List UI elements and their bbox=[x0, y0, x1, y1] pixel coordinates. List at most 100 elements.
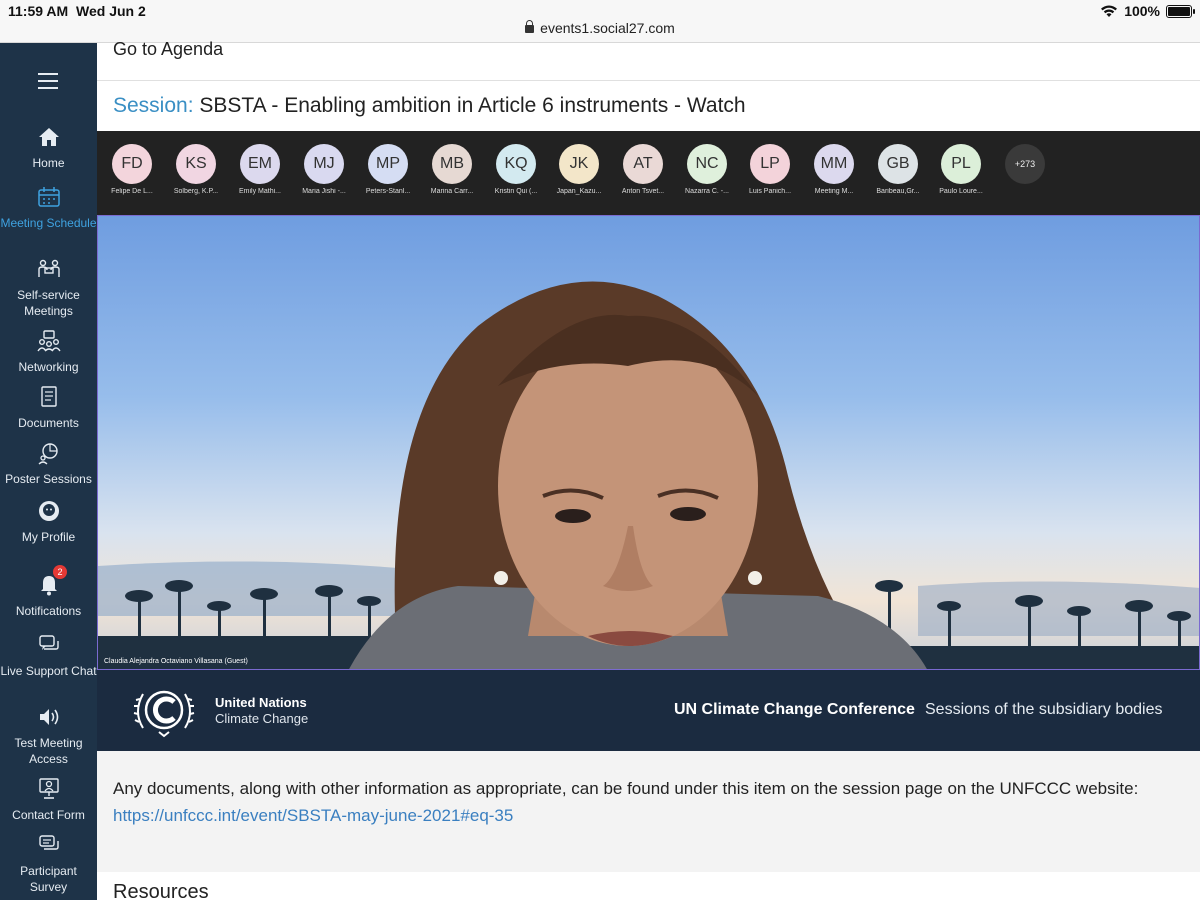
sidebar-item-label: Documents bbox=[18, 416, 79, 430]
participant-tile[interactable]: AT Anton Tsvet... bbox=[612, 144, 674, 195]
survey-icon bbox=[38, 835, 59, 850]
participant-tile[interactable]: MM Meeting M... bbox=[803, 144, 865, 195]
chat-icon bbox=[38, 635, 59, 650]
session-prefix: Session: bbox=[113, 94, 194, 117]
sidebar-item-my-profile[interactable]: My Profile bbox=[0, 499, 97, 545]
more-participants-button[interactable]: +273 bbox=[994, 144, 1056, 184]
participant-name: Kristin Qui (... bbox=[494, 188, 538, 195]
conference-subtitle: Sessions of the subsidiary bodies bbox=[925, 701, 1163, 718]
avatar: LP bbox=[750, 144, 790, 184]
sidebar-item-label: Poster Sessions bbox=[5, 472, 92, 486]
sidebar-item-label: Notifications bbox=[15, 604, 82, 618]
sidebar-item-participant-survey[interactable]: Participant Survey bbox=[0, 833, 97, 895]
participant-name: Anton Tsvet... bbox=[621, 188, 665, 195]
speaker-name-label: Claudia Alejandra Octaviano Villasana (G… bbox=[104, 658, 248, 665]
sidebar-item-label: Live Support Chat bbox=[0, 664, 97, 678]
home-icon bbox=[38, 128, 59, 146]
participant-name: Baribeau,Gr... bbox=[876, 188, 920, 195]
sidebar-item-label: Self-service Meetings bbox=[17, 288, 80, 318]
calendar-icon bbox=[37, 187, 60, 207]
participant-strip: FD Felipe De L... KS Solberg, K.P... EM … bbox=[97, 131, 1200, 213]
participant-tile[interactable]: EM Emily Mathi... bbox=[229, 144, 291, 195]
avatar: FD bbox=[112, 144, 152, 184]
networking-icon bbox=[36, 330, 61, 352]
sidebar-item-label: Test Meeting Access bbox=[14, 736, 83, 766]
sidebar-item-self-service-meetings[interactable]: Self-service Meetings bbox=[0, 257, 97, 319]
participant-name: Peters-Stanl... bbox=[365, 188, 411, 195]
avatar: JK bbox=[559, 144, 599, 184]
participant-name: Solberg, K.P... bbox=[173, 188, 219, 195]
sidebar-item-live-support-chat[interactable]: Live Support Chat bbox=[0, 633, 97, 679]
sidebar-item-networking[interactable]: Networking bbox=[0, 329, 97, 375]
avatar: AT bbox=[623, 144, 663, 184]
org-subtitle: Climate Change bbox=[215, 711, 309, 726]
participant-tile[interactable]: KQ Kristin Qui (... bbox=[485, 144, 547, 195]
battery-icon bbox=[1166, 4, 1195, 18]
participant-name: Maria Jishi -... bbox=[302, 188, 346, 195]
sidebar-item-contact-form[interactable]: Contact Form bbox=[0, 777, 97, 823]
avatar: MJ bbox=[304, 144, 344, 184]
profile-icon bbox=[38, 501, 59, 521]
participant-tile[interactable]: JK Japan_Kazu... bbox=[548, 144, 610, 195]
avatar: KQ bbox=[496, 144, 536, 184]
sidebar: Home Meeting Schedule Self-service Meeti… bbox=[0, 43, 97, 900]
participant-name: Meeting M... bbox=[814, 188, 854, 195]
org-name: United Nations bbox=[215, 695, 307, 710]
conference-banner: United Nations Climate Change UN Climate… bbox=[97, 670, 1200, 751]
sidebar-item-label: Networking bbox=[18, 360, 79, 374]
participant-tile[interactable]: GB Baribeau,Gr... bbox=[867, 144, 929, 195]
sidebar-item-poster-sessions[interactable]: Poster Sessions bbox=[0, 441, 97, 487]
session-title: Session: SBSTA - Enabling ambition in Ar… bbox=[113, 94, 746, 118]
participant-name: Emily Mathi... bbox=[238, 188, 281, 195]
session-name: SBSTA - Enabling ambition in Article 6 i… bbox=[199, 94, 746, 117]
sidebar-item-test-meeting-access[interactable]: Test Meeting Access bbox=[0, 705, 97, 767]
participant-tile[interactable]: MJ Maria Jishi -... bbox=[293, 144, 355, 195]
sidebar-item-documents[interactable]: Documents bbox=[0, 385, 97, 431]
sidebar-item-label: Contact Form bbox=[12, 808, 85, 822]
participant-tile[interactable]: NC Nazarra C. -... bbox=[676, 144, 738, 195]
meeting-people-icon bbox=[37, 259, 60, 277]
resources-heading: Resources bbox=[113, 881, 209, 903]
avatar: PL bbox=[941, 144, 981, 184]
avatar: EM bbox=[240, 144, 280, 184]
more-participants-count: +273 bbox=[1005, 144, 1045, 184]
wifi-icon bbox=[1101, 5, 1118, 17]
hamburger-icon[interactable] bbox=[38, 73, 58, 94]
sidebar-item-notifications[interactable]: 2 Notifications bbox=[0, 565, 97, 619]
speaker-icon bbox=[39, 709, 58, 725]
session-info-box: Any documents, along with other informat… bbox=[97, 751, 1200, 872]
speaker-video-image bbox=[98, 281, 1199, 669]
participant-name: Luis Panich... bbox=[748, 188, 792, 195]
sidebar-item-label: Participant Survey bbox=[20, 864, 77, 894]
conference-title: UN Climate Change Conference bbox=[674, 701, 915, 718]
avatar: MP bbox=[368, 144, 408, 184]
participant-name: Felipe De L... bbox=[111, 188, 153, 195]
video-player[interactable]: FD Felipe De L... KS Solberg, K.P... EM … bbox=[97, 131, 1200, 751]
participant-tile[interactable]: PL Paulo Loure... bbox=[930, 144, 992, 195]
ios-status-bar: 11:59 AM Wed Jun 2 events1.social27.com … bbox=[0, 0, 1200, 43]
lock-icon bbox=[525, 20, 535, 33]
address-bar[interactable]: events1.social27.com bbox=[0, 20, 1200, 36]
participant-tile[interactable]: KS Solberg, K.P... bbox=[165, 144, 227, 195]
notification-badge: 2 bbox=[53, 565, 67, 579]
poster-icon bbox=[38, 443, 58, 465]
avatar: NC bbox=[687, 144, 727, 184]
participant-tile[interactable]: MP Peters-Stanl... bbox=[357, 144, 419, 195]
status-time: 11:59 AM bbox=[8, 3, 69, 19]
unfccc-session-link[interactable]: https://unfccc.int/event/SBSTA-may-june-… bbox=[113, 806, 513, 826]
speaker-video: Claudia Alejandra Octaviano Villasana (G… bbox=[97, 215, 1200, 670]
participant-tile[interactable]: FD Felipe De L... bbox=[101, 144, 163, 195]
avatar: GB bbox=[878, 144, 918, 184]
sidebar-item-label: My Profile bbox=[21, 530, 76, 544]
session-info-text: Any documents, along with other informat… bbox=[113, 779, 1139, 798]
status-date: Wed Jun 2 bbox=[76, 3, 146, 19]
go-to-agenda-link[interactable]: Go to Agenda bbox=[113, 39, 223, 60]
avatar: MM bbox=[814, 144, 854, 184]
main-content: Go to Agenda Session: SBSTA - Enabling a… bbox=[97, 39, 1200, 903]
participant-tile[interactable]: MB Marina Carr... bbox=[421, 144, 483, 195]
sidebar-item-home[interactable]: Home bbox=[0, 125, 97, 171]
participant-tile[interactable]: LP Luis Panich... bbox=[739, 144, 801, 195]
sidebar-item-meeting-schedule[interactable]: Meeting Schedule bbox=[0, 185, 97, 231]
participant-name: Japan_Kazu... bbox=[556, 188, 602, 195]
participant-name: Paulo Loure... bbox=[939, 188, 983, 195]
